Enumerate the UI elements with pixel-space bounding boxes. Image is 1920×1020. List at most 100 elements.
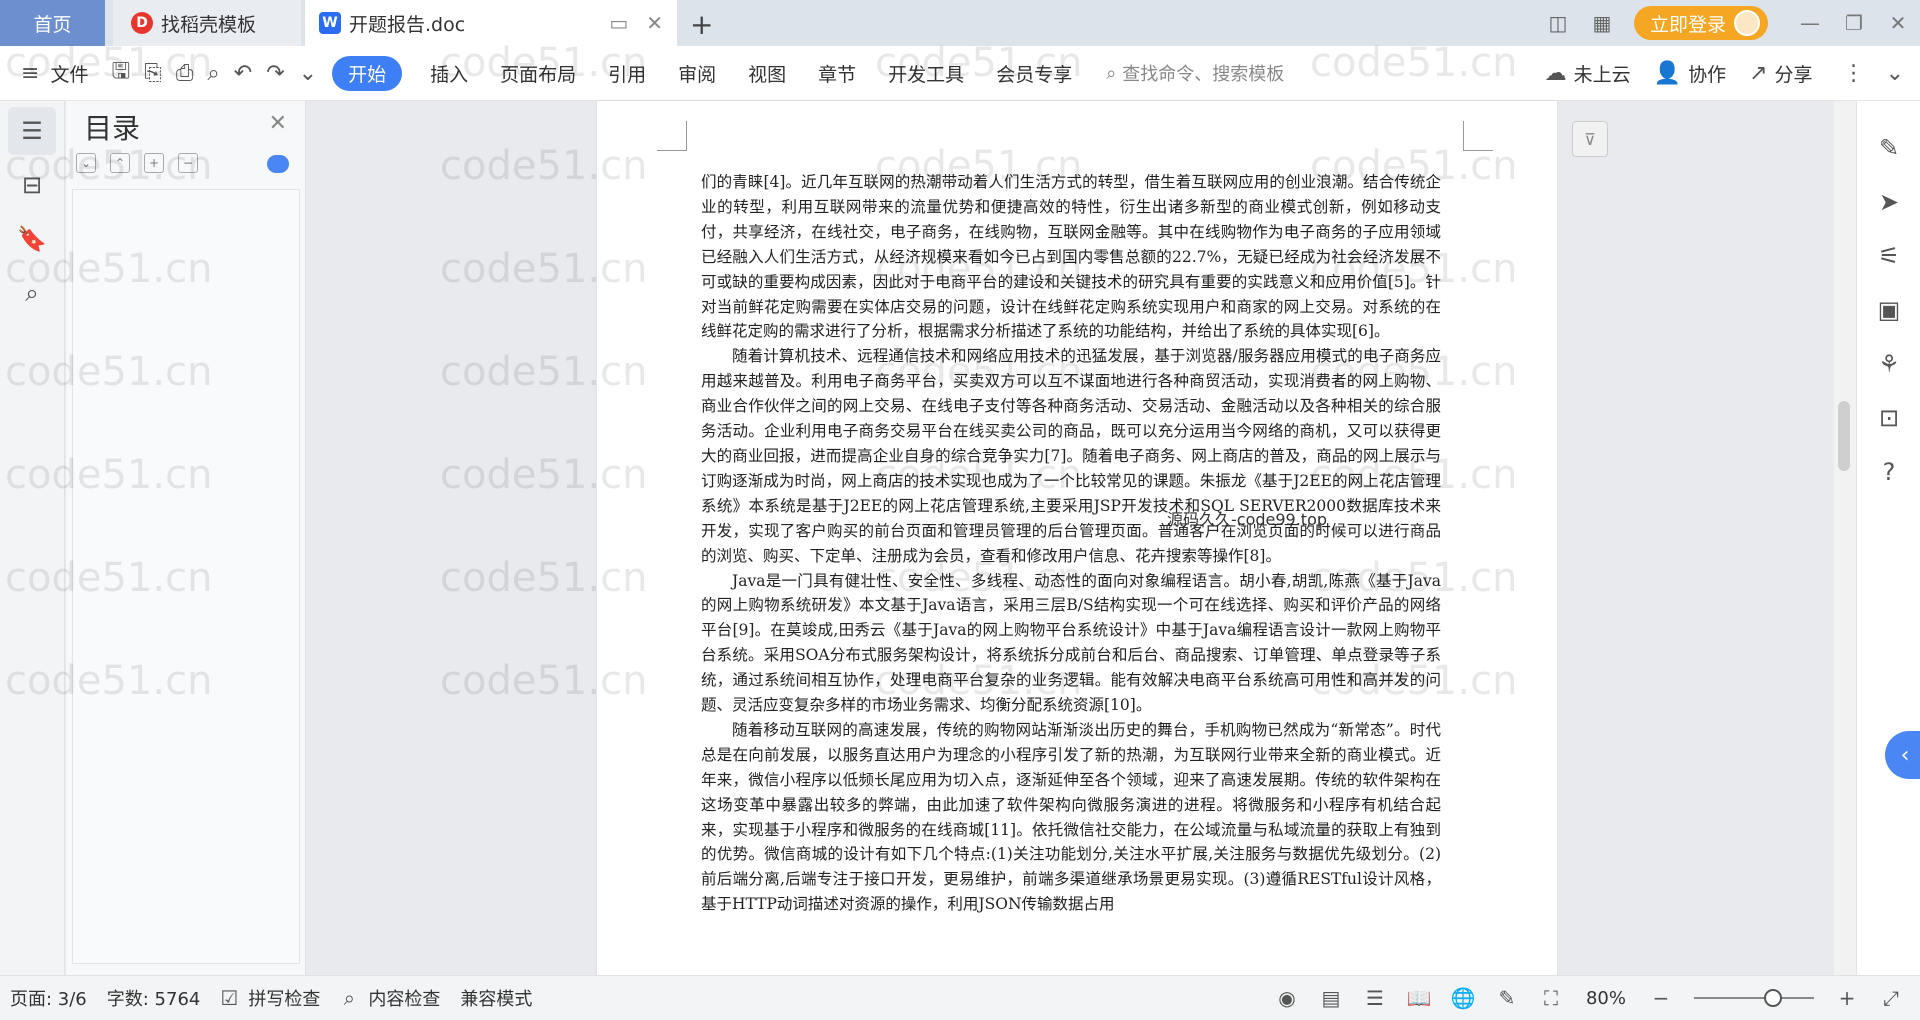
tab-home[interactable]: 首页 xyxy=(0,0,105,46)
collapse-ribbon-icon[interactable]: ⌄ xyxy=(1879,61,1920,86)
fullscreen-icon[interactable]: ⤢ xyxy=(1872,986,1910,1010)
write-mode-icon[interactable]: ✎ xyxy=(1488,986,1526,1010)
tab-view[interactable]: 视图 xyxy=(732,60,802,87)
expand-all-icon[interactable]: ⌄ xyxy=(76,153,96,173)
page-view-icon[interactable]: ▤ xyxy=(1312,986,1350,1010)
new-tab-plus-icon[interactable]: + xyxy=(690,8,713,41)
docer-logo-icon: D xyxy=(131,12,153,34)
tab-chapter[interactable]: 章节 xyxy=(802,60,872,87)
tab-developer-tools[interactable]: 开发工具 xyxy=(872,60,980,87)
zoom-level[interactable]: 80% xyxy=(1576,988,1636,1009)
tab-window-icon[interactable]: ▭ xyxy=(609,11,628,35)
tab-reference[interactable]: 引用 xyxy=(592,60,662,87)
spell-check-button[interactable]: 拼写检查 xyxy=(248,985,330,1011)
save-icon[interactable]: 🖫 xyxy=(104,54,137,92)
tab-start[interactable]: 开始 xyxy=(332,55,403,91)
remove-heading-icon[interactable]: − xyxy=(178,153,198,173)
find-icon[interactable]: ⌕ xyxy=(8,269,56,317)
tab-member[interactable]: 会员专享 xyxy=(980,60,1088,87)
undo-icon[interactable]: ↶ xyxy=(227,61,259,86)
apps-grid-icon[interactable]: ▦ xyxy=(1580,11,1624,35)
search-icon: ⌕ xyxy=(1106,62,1117,84)
word-count[interactable]: 字数: 5764 xyxy=(97,985,211,1011)
close-window-icon[interactable]: ✕ xyxy=(1876,11,1920,35)
tab-review[interactable]: 审阅 xyxy=(662,60,732,87)
document-page[interactable]: 们的青睐[4]。近几年互联网的热潮带动着人们生活方式的转型，借生着互联网应用的创… xyxy=(597,101,1557,975)
zoom-slider[interactable] xyxy=(1694,989,1814,1007)
vertical-scrollbar[interactable] xyxy=(1834,101,1856,975)
outline-view-icon[interactable]: ☰ xyxy=(1356,986,1394,1010)
add-heading-icon[interactable]: + xyxy=(144,153,164,173)
image-tools-icon[interactable]: ▣ xyxy=(1857,283,1920,337)
collaborate-button[interactable]: 协作 xyxy=(1688,60,1742,87)
right-sidebar: ✎ ➤ ⚟ ▣ ⚘ ⊡ ? ‹ xyxy=(1856,101,1920,975)
reading-icon[interactable]: ⊡ xyxy=(1857,391,1920,445)
style-icon[interactable]: ⚘ xyxy=(1857,337,1920,391)
toc-close-icon[interactable]: ✕ xyxy=(269,111,287,136)
page-collapse-icon[interactable]: ⊽ xyxy=(1572,121,1608,157)
collapse-all-icon[interactable]: ⌃ xyxy=(110,153,130,173)
bookmark-icon[interactable]: 🔖 xyxy=(8,215,56,263)
zoom-out-icon[interactable]: − xyxy=(1642,986,1680,1010)
zoom-slider-knob[interactable] xyxy=(1764,989,1782,1007)
minimize-icon[interactable]: — xyxy=(1788,11,1832,35)
web-view-icon[interactable]: 🌐 xyxy=(1444,986,1482,1010)
compat-mode-label: 兼容模式 xyxy=(460,989,533,1010)
share-icon: ↗ xyxy=(1749,60,1768,86)
toc-list xyxy=(72,189,300,964)
content-check-button[interactable]: 内容检查 xyxy=(368,985,450,1011)
smart-toc-icon[interactable] xyxy=(267,155,289,173)
tab-insert[interactable]: 插入 xyxy=(414,60,484,87)
hamburger-menu-icon[interactable]: ≡ xyxy=(14,61,46,86)
tab-templates-label: 找稻壳模板 xyxy=(161,13,257,36)
login-button-label: 立即登录 xyxy=(1649,13,1726,36)
restore-icon[interactable]: ❐ xyxy=(1832,11,1876,35)
tab-document[interactable]: W 开题报告.doc ▭ ✕ xyxy=(305,0,677,46)
collaborate-icon: 👤 xyxy=(1653,60,1682,86)
redo-icon[interactable]: ↷ xyxy=(259,61,291,86)
collapse-panel-chevron-icon[interactable]: ‹ xyxy=(1885,731,1920,779)
toc-panel-icon[interactable]: ☰ xyxy=(8,107,56,155)
fit-page-icon[interactable]: ⛶ xyxy=(1532,986,1570,1010)
content-check-icon: ⌕ xyxy=(343,986,355,1010)
eye-protection-icon[interactable]: ◉ xyxy=(1268,986,1306,1010)
menu-file[interactable]: 文件 xyxy=(46,60,104,87)
search-placeholder: 查找命令、搜索模板 xyxy=(1122,64,1285,85)
login-button[interactable]: 立即登录 xyxy=(1633,6,1768,40)
tab-templates[interactable]: D 找稻壳模板 xyxy=(113,0,301,46)
paragraph: 们的青睐[4]。近几年互联网的热潮带动着人们生活方式的转型，借生着互联网应用的创… xyxy=(701,173,1441,341)
help-icon[interactable]: ? xyxy=(1857,445,1920,499)
status-bar: 页面: 3/6 字数: 5764 ☑ 拼写检查 ⌕ 内容检查 兼容模式 ◉ ▤ … xyxy=(0,975,1920,1020)
print-preview-icon[interactable]: ⌕ xyxy=(200,61,226,86)
tab-document-label: 开题报告.doc xyxy=(349,13,466,36)
export-pdf-icon[interactable]: ⎘ xyxy=(137,61,169,86)
share-button[interactable]: 分享 xyxy=(1775,60,1829,87)
more-options-icon[interactable]: ⋮ xyxy=(1829,61,1879,86)
title-tab-bar: 首页 D 找稻壳模板 W 开题报告.doc ▭ ✕ + ◫ ▦ 立即登录 — ❐… xyxy=(0,0,1920,46)
document-body[interactable]: 们的青睐[4]。近几年互联网的热潮带动着人们生活方式的转型，借生着互联网应用的创… xyxy=(701,170,1441,917)
avatar xyxy=(1734,10,1760,36)
reading-view-icon[interactable]: 📖 xyxy=(1400,986,1438,1010)
page-indicator[interactable]: 页面: 3/6 xyxy=(0,985,97,1011)
tab-page-layout[interactable]: 页面布局 xyxy=(484,60,592,87)
paragraph: Java是一门具有健壮性、安全性、多线程、动态性的面向对象编程语言。胡小春,胡凯… xyxy=(701,571,1441,715)
wps-writer-window: 首页 D 找稻壳模板 W 开题报告.doc ▭ ✕ + ◫ ▦ 立即登录 — ❐… xyxy=(0,0,1920,1020)
navigation-icon[interactable]: ⊟ xyxy=(8,161,56,209)
ribbon-right-actions: ☁ 未上云 👤 协作 ↗ 分享 ⋮ ⌄ xyxy=(1538,60,1920,87)
zoom-in-icon[interactable]: + xyxy=(1828,986,1866,1010)
tab-home-label: 首页 xyxy=(33,13,72,36)
toc-toolbar: ⌄ ⌃ + − xyxy=(76,153,198,173)
toc-title: 目录 xyxy=(84,112,141,145)
tab-close-icon[interactable]: ✕ xyxy=(646,11,663,35)
select-cursor-icon[interactable]: ➤ xyxy=(1857,175,1920,229)
document-canvas: 们的青睐[4]。近几年互联网的热潮带动着人们生活方式的转型，借生着互联网应用的创… xyxy=(307,101,1837,975)
pen-edit-icon[interactable]: ✎ xyxy=(1857,121,1920,175)
layout-switch-icon[interactable]: ◫ xyxy=(1536,11,1580,35)
command-search[interactable]: ⌕ 查找命令、搜索模板 xyxy=(1106,60,1284,86)
cloud-status-button[interactable]: 未上云 xyxy=(1574,60,1647,87)
wps-writer-icon: W xyxy=(319,12,341,34)
print-icon[interactable]: ⎙ xyxy=(169,61,201,86)
quick-access-dropdown-icon[interactable]: ⌄ xyxy=(292,61,324,86)
adjust-sliders-icon[interactable]: ⚟ xyxy=(1857,229,1920,283)
scrollbar-thumb[interactable] xyxy=(1838,401,1850,471)
